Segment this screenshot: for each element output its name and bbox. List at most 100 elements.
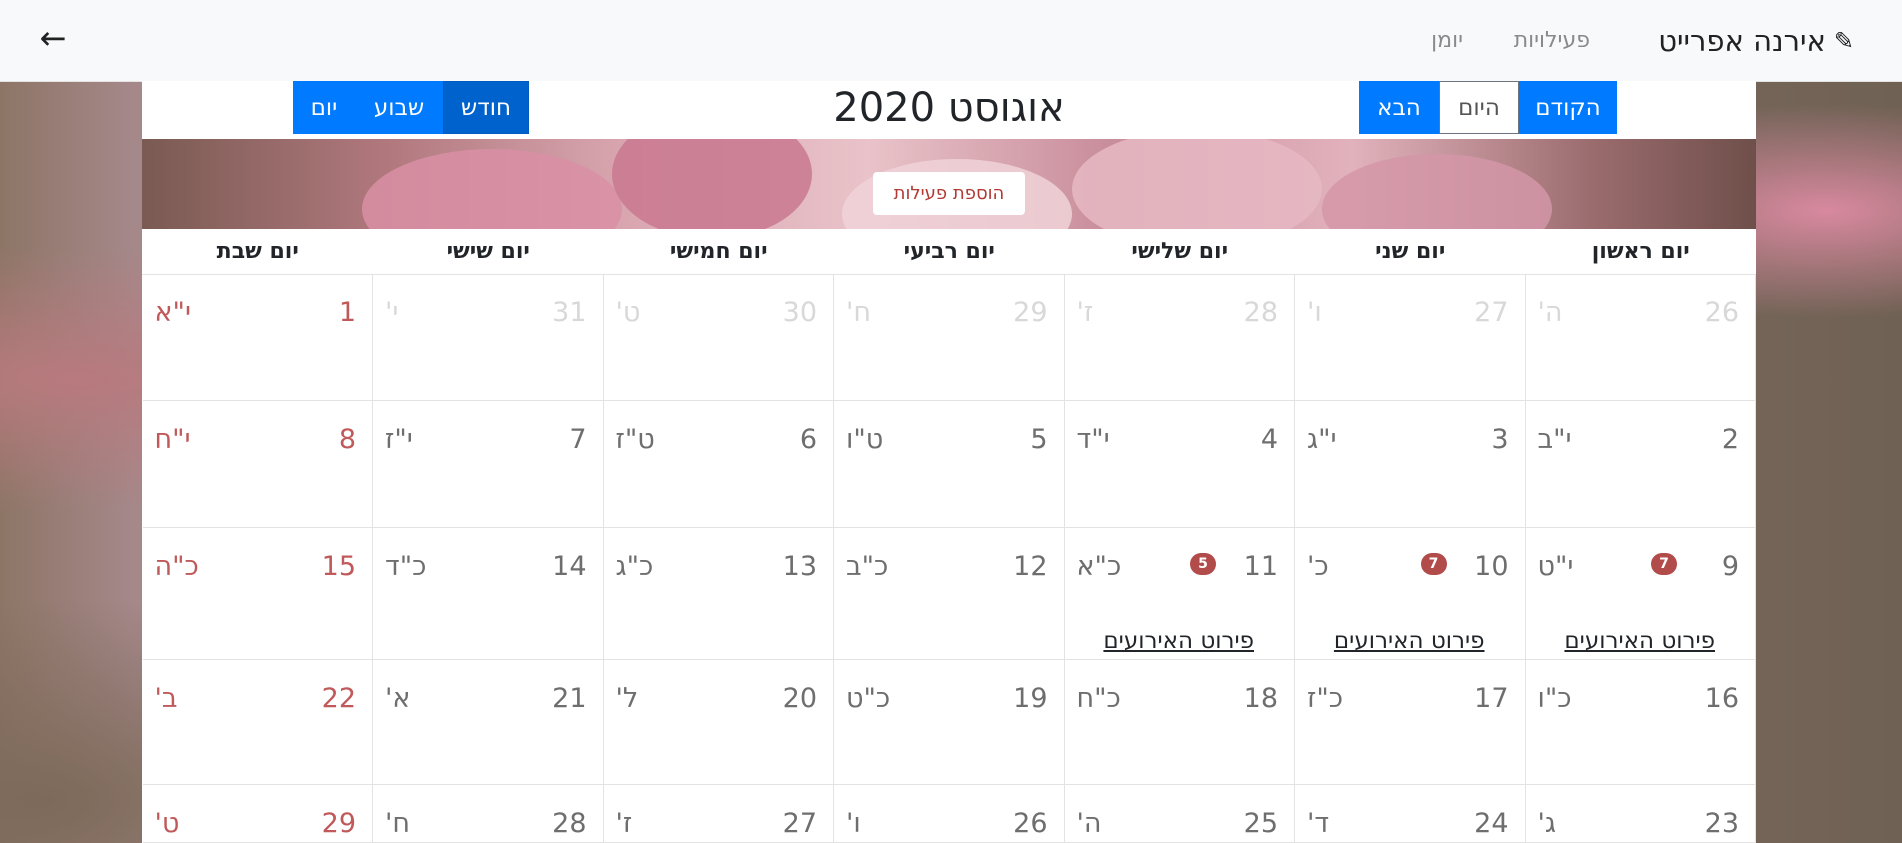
weekday-header: יום ראשון [1591, 239, 1690, 264]
calendar-day-cell[interactable]: 7 י"ז [373, 401, 604, 528]
day-number: 4 [1260, 424, 1278, 455]
flower-petal-shape [362, 149, 622, 230]
user-name: אירנה אפרייט [1658, 24, 1826, 58]
day-number: 11 [1243, 551, 1278, 582]
calendar-day-cell[interactable]: 3 י"ג [1295, 401, 1526, 528]
day-number: 25 [1243, 808, 1278, 839]
day-number: 12 [1013, 551, 1048, 582]
weekday-header: יום שבת [216, 239, 299, 264]
day-number: 27 [782, 808, 817, 839]
weekday-header: יום שני [1375, 239, 1446, 264]
calendar-day-cell[interactable]: 19 כ"ט [834, 660, 1065, 785]
calendar-day-cell[interactable]: 28 ז' [1064, 274, 1295, 401]
event-details-link[interactable]: פירוט האירועים [1103, 628, 1254, 654]
calendar-day-cell[interactable]: 15 כ"ה [142, 528, 373, 660]
hebrew-date: ט"ו [846, 424, 884, 455]
day-number: 30 [782, 297, 817, 328]
hebrew-date: ט"ז [615, 424, 655, 455]
event-count-badge: 7 [1420, 553, 1447, 575]
flower-petal-shape [612, 139, 812, 230]
calendar-day-cell[interactable]: 30 ט' [603, 274, 834, 401]
calendar-day-cell[interactable]: 10 כ' 7 פירוט האירועים [1295, 528, 1526, 660]
calendar-day-cell[interactable]: 11 כ"א 5 פירוט האירועים [1064, 528, 1295, 660]
weekday-header: יום שלישי [1131, 239, 1229, 264]
day-number: 16 [1704, 683, 1739, 714]
hebrew-date: ט' [154, 808, 180, 839]
day-number: 28 [1243, 297, 1278, 328]
day-number: 28 [552, 808, 587, 839]
calendar-day-cell[interactable]: 20 ל' [603, 660, 834, 785]
calendar-day-cell[interactable]: 8 י"ח [142, 401, 373, 528]
day-number: 7 [569, 424, 587, 455]
day-number: 29 [1013, 297, 1048, 328]
hebrew-date: ז' [1076, 297, 1094, 328]
calendar-day-cell[interactable]: 27 ו' [1295, 274, 1526, 401]
hebrew-date: כ"ה [154, 551, 199, 582]
weekday-header: יום שישי [446, 239, 530, 264]
hebrew-date: י"א [154, 297, 192, 328]
day-number: 3 [1491, 424, 1509, 455]
nav-link-journal[interactable]: יומן [1431, 26, 1463, 56]
calendar-day-cell[interactable]: 24 ד' [1295, 785, 1526, 843]
calendar-grid: 26 ה' 27 ו' 28 ז' 29 ח' 30 ט' 31 י' 1 י"א 2 י"ב 3 י"ג 4 י"ד… [142, 274, 1756, 843]
back-arrow-icon[interactable]: ← [36, 18, 70, 58]
user-brand[interactable]: ✎אירנה אפרייט [1658, 20, 1854, 62]
calendar-day-cell[interactable]: 2 י"ב [1525, 401, 1756, 528]
calendar-day-cell[interactable]: 9 י"ט 7 פירוט האירועים [1525, 528, 1756, 660]
day-number: 19 [1013, 683, 1048, 714]
pencil-icon: ✎ [1833, 27, 1854, 55]
hebrew-date: כ"ו [1537, 683, 1572, 714]
calendar-day-cell[interactable]: 29 ט' [142, 785, 373, 843]
calendar-day-cell[interactable]: 16 כ"ו [1525, 660, 1756, 785]
flower-petal-shape [1322, 154, 1552, 230]
hebrew-date: י"ב [1537, 424, 1572, 455]
calendar-day-cell[interactable]: 13 כ"ג [603, 528, 834, 660]
day-number: 18 [1243, 683, 1278, 714]
hebrew-date: ב' [154, 683, 178, 714]
day-number: 2 [1721, 424, 1739, 455]
event-details-link[interactable]: פירוט האירועים [1334, 628, 1485, 654]
weekday-header: יום חמישי [669, 239, 768, 264]
today-button[interactable]: היום [1439, 81, 1519, 134]
day-number: 15 [321, 551, 356, 582]
next-button[interactable]: הבא [1359, 81, 1439, 134]
hebrew-date: כ"ז [1307, 683, 1344, 714]
day-number: 13 [782, 551, 817, 582]
day-number: 27 [1474, 297, 1509, 328]
calendar-day-cell[interactable]: 1 י"א [142, 274, 373, 401]
event-count-badge: 5 [1190, 553, 1216, 575]
day-number: 5 [1030, 424, 1048, 455]
day-number: 9 [1721, 551, 1739, 582]
day-number: 21 [552, 683, 587, 714]
day-number: 6 [799, 424, 817, 455]
hebrew-date: ט' [615, 297, 641, 328]
calendar-day-cell[interactable]: 22 ב' [142, 660, 373, 785]
calendar-day-cell[interactable]: 28 ח' [373, 785, 604, 843]
calendar-day-cell[interactable]: 17 כ"ז [1295, 660, 1526, 785]
hebrew-date: א' [385, 683, 411, 714]
calendar-day-cell[interactable]: 27 ז' [603, 785, 834, 843]
calendar-day-cell[interactable]: 29 ח' [834, 274, 1065, 401]
prev-button[interactable]: הקודם [1519, 81, 1617, 134]
calendar-day-cell[interactable]: 18 כ"ח [1064, 660, 1295, 785]
hebrew-date: י"ז [385, 424, 413, 455]
weekday-header: יום רביעי [903, 239, 995, 264]
hebrew-date: כ"ג [615, 551, 654, 582]
calendar-day-cell[interactable]: 14 כ"ד [373, 528, 604, 660]
hebrew-date: י' [385, 297, 399, 328]
calendar-day-cell[interactable]: 21 א' [373, 660, 604, 785]
add-activity-button[interactable]: הוספת פעילות [873, 172, 1025, 215]
hebrew-date: כ"ד [385, 551, 427, 582]
calendar-day-cell[interactable]: 26 ו' [834, 785, 1065, 843]
calendar-day-cell[interactable]: 6 ט"ז [603, 401, 834, 528]
calendar-day-cell[interactable]: 25 ה' [1064, 785, 1295, 843]
calendar-day-cell[interactable]: 26 ה' [1525, 274, 1756, 401]
nav-link-activities[interactable]: פעילויות [1514, 26, 1590, 56]
calendar-day-cell[interactable]: 12 כ"ב [834, 528, 1065, 660]
calendar-day-cell[interactable]: 4 י"ד [1064, 401, 1295, 528]
event-details-link[interactable]: פירוט האירועים [1564, 628, 1715, 654]
calendar-day-cell[interactable]: 31 י' [373, 274, 604, 401]
day-number: 14 [552, 551, 587, 582]
calendar-day-cell[interactable]: 5 ט"ו [834, 401, 1065, 528]
calendar-day-cell[interactable]: 23 ג' [1525, 785, 1756, 843]
